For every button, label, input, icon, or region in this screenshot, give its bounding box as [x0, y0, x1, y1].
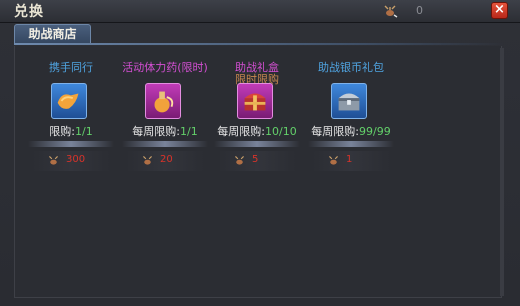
tab-divider: [14, 43, 504, 45]
shop-item-card[interactable]: 助战礼盒 限时限购 每周限购:10/10 5: [214, 57, 300, 175]
silver-chest-icon: [338, 93, 360, 111]
limit-value: 99/99: [359, 125, 391, 138]
window-title: 兑换: [14, 4, 44, 20]
token-icon: [235, 156, 244, 165]
limit-label: 每周限购:: [217, 125, 265, 138]
token-icon: [49, 156, 58, 165]
divider: [308, 141, 394, 147]
limit-label: 每周限购:: [311, 125, 359, 138]
limit-label: 每周限购:: [132, 125, 180, 138]
close-button[interactable]: ×: [491, 2, 508, 19]
exchange-window: 兑换 0 × 助战商店 携手同行 限购:1/1 300 活动体力药(限时) 每周…: [0, 0, 520, 306]
divider: [122, 141, 208, 147]
currency-display: 0: [382, 3, 442, 19]
item-icon-frame[interactable]: [331, 83, 367, 119]
gift-chest-icon: [244, 93, 266, 111]
price-value: 5: [252, 154, 259, 165]
price-value: 1: [346, 154, 353, 165]
price-value: 300: [66, 154, 86, 165]
shop-item-card[interactable]: 活动体力药(限时) 每周限购:1/1 20: [122, 57, 208, 175]
item-icon-frame[interactable]: [237, 83, 273, 119]
divider: [214, 141, 300, 147]
purchase-limit: 每周限购:99/99: [296, 123, 406, 139]
limit-value: 10/10: [265, 125, 297, 138]
price: 5: [214, 153, 300, 169]
item-icon-frame[interactable]: [51, 83, 87, 119]
item-name: 活动体力药(限时): [122, 61, 208, 74]
title-bar: 兑换 0 ×: [0, 0, 520, 23]
price: 300: [28, 153, 114, 169]
limit-value: 1/1: [180, 125, 198, 138]
token-icon: [143, 156, 152, 165]
limit-label: 限购:: [49, 125, 75, 138]
divider: [28, 141, 114, 147]
wings-icon: [57, 93, 79, 109]
token-icon: [329, 156, 338, 165]
item-name: 助战银币礼包: [318, 61, 384, 74]
shop-item-card[interactable]: 携手同行 限购:1/1 300: [28, 57, 114, 175]
potion-icon: [154, 91, 174, 113]
price: 1: [308, 153, 394, 169]
scrollbar[interactable]: [500, 48, 504, 296]
tab-assist-shop[interactable]: 助战商店: [14, 24, 91, 44]
price: 20: [122, 153, 208, 169]
item-icon-frame[interactable]: [145, 83, 181, 119]
currency-amount: 0: [416, 4, 423, 17]
item-name: 携手同行: [49, 61, 93, 74]
shop-item-card[interactable]: 助战银币礼包 每周限购:99/99 1: [308, 57, 394, 175]
price-value: 20: [160, 154, 173, 165]
token-icon: [384, 5, 398, 18]
limit-value: 1/1: [75, 125, 93, 138]
